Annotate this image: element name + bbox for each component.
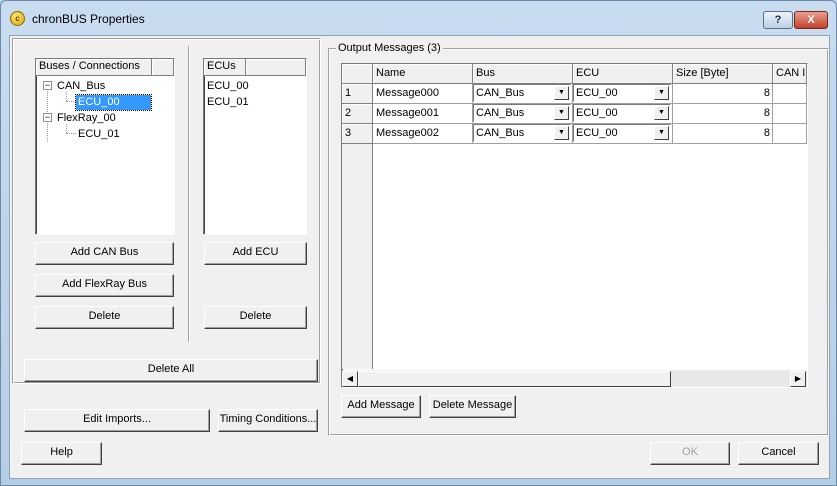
buses-tree[interactable]: Buses / Connections − CAN_Bus ECU_00 − F… xyxy=(35,58,175,235)
tree-item-ecu-01[interactable]: ECU_01 xyxy=(76,127,122,142)
chevron-down-icon[interactable]: ▼ xyxy=(654,126,669,140)
delete-message-button[interactable]: Delete Message xyxy=(429,395,516,418)
ecu-combo-value: ECU_00 xyxy=(576,107,618,119)
row-header-strip xyxy=(342,144,373,369)
row-header[interactable]: 3 xyxy=(342,124,373,144)
help-title-button[interactable]: ? xyxy=(763,11,793,29)
ecu-list-item[interactable]: ECU_01 xyxy=(205,95,251,110)
bus-cell: CAN_Bus ▼ xyxy=(473,84,573,104)
ecu-combo[interactable]: ECU_00 ▼ xyxy=(573,84,671,102)
properties-dialog: c chronBUS Properties ? X Buses / Connec… xyxy=(0,0,837,486)
add-flexray-bus-button[interactable]: Add FlexRay Bus xyxy=(35,274,174,297)
ecu-cell: ECU_00 ▼ xyxy=(573,104,673,124)
row-header[interactable]: 2 xyxy=(342,104,373,124)
chevron-down-icon[interactable]: ▼ xyxy=(654,86,669,100)
size-cell[interactable]: 8 xyxy=(673,84,773,104)
buses-tree-header[interactable]: Buses / Connections xyxy=(36,59,152,76)
vertical-separator xyxy=(188,46,190,342)
column-header-name[interactable]: Name xyxy=(373,64,473,84)
bus-combo-value: CAN_Bus xyxy=(476,107,525,119)
tree-line xyxy=(66,133,76,134)
bus-combo[interactable]: CAN_Bus ▼ xyxy=(473,104,571,122)
can-id-cell[interactable] xyxy=(773,104,807,124)
tree-item-flexray-00[interactable]: FlexRay_00 xyxy=(55,111,118,126)
bus-combo[interactable]: CAN_Bus ▼ xyxy=(473,124,571,142)
tree-line xyxy=(66,101,76,102)
arrow-left-icon[interactable]: ◀ xyxy=(342,371,358,387)
edit-imports-button[interactable]: Edit Imports... xyxy=(24,409,210,432)
scrollbar-thumb[interactable] xyxy=(358,371,671,387)
ecu-cell: ECU_00 ▼ xyxy=(573,84,673,104)
bus-combo-value: CAN_Bus xyxy=(476,87,525,99)
horizontal-scrollbar[interactable]: ◀ ▶ xyxy=(342,370,807,387)
arrow-right-icon[interactable]: ▶ xyxy=(790,371,806,387)
title-bar: c chronBUS Properties ? X xyxy=(1,1,836,35)
delete-ecu-button[interactable]: Delete xyxy=(204,306,307,329)
cancel-button[interactable]: Cancel xyxy=(738,442,819,465)
close-button[interactable]: X xyxy=(794,11,828,29)
ecu-list-item[interactable]: ECU_00 xyxy=(205,79,251,94)
row-header[interactable]: 1 xyxy=(342,84,373,104)
chevron-down-icon[interactable]: ▼ xyxy=(554,86,569,100)
ecu-combo[interactable]: ECU_00 ▼ xyxy=(573,124,671,142)
messages-grid[interactable]: Name Bus ECU Size [Byte] CAN ID 1 Messag… xyxy=(341,63,808,388)
timing-conditions-button[interactable]: Timing Conditions... xyxy=(218,409,318,432)
message-name-cell[interactable]: Message001 xyxy=(373,104,473,124)
bus-combo[interactable]: CAN_Bus ▼ xyxy=(473,84,571,102)
add-ecu-button[interactable]: Add ECU xyxy=(204,242,307,265)
chevron-down-icon[interactable]: ▼ xyxy=(654,106,669,120)
size-cell[interactable]: 8 xyxy=(673,124,773,144)
ecus-list-header[interactable]: ECUs xyxy=(204,59,246,76)
column-header-can-id[interactable]: CAN ID xyxy=(773,64,807,84)
can-id-cell[interactable] xyxy=(773,84,807,104)
delete-bus-button[interactable]: Delete xyxy=(35,306,174,329)
add-can-bus-button[interactable]: Add CAN Bus xyxy=(35,242,174,265)
ok-button[interactable]: OK xyxy=(650,442,730,465)
dialog-client-area: Buses / Connections − CAN_Bus ECU_00 − F… xyxy=(9,35,830,479)
bus-cell: CAN_Bus ▼ xyxy=(473,124,573,144)
bus-combo-value: CAN_Bus xyxy=(476,127,525,139)
ecu-combo[interactable]: ECU_00 ▼ xyxy=(573,104,671,122)
ecu-combo-value: ECU_00 xyxy=(576,127,618,139)
chevron-down-icon[interactable]: ▼ xyxy=(554,126,569,140)
window-title: chronBUS Properties xyxy=(32,12,145,26)
column-header-ecu[interactable]: ECU xyxy=(573,64,673,84)
add-message-button[interactable]: Add Message xyxy=(341,395,421,418)
can-id-cell[interactable] xyxy=(773,124,807,144)
column-header-size[interactable]: Size [Byte] xyxy=(673,64,773,84)
delete-all-button[interactable]: Delete All xyxy=(24,359,318,382)
output-messages-label: Output Messages (3) xyxy=(336,42,443,54)
chronbus-app-icon: c xyxy=(10,11,25,26)
message-name-cell[interactable]: Message002 xyxy=(373,124,473,144)
help-button[interactable]: Help xyxy=(21,442,102,465)
ecus-list[interactable]: ECUs ECU_00 ECU_01 xyxy=(203,58,307,235)
buses-tree-header-spacer xyxy=(152,59,174,76)
column-header-bus[interactable]: Bus xyxy=(473,64,573,84)
message-name-cell[interactable]: Message000 xyxy=(373,84,473,104)
bus-cell: CAN_Bus ▼ xyxy=(473,104,573,124)
ecus-list-header-spacer xyxy=(246,59,306,76)
tree-item-can-bus[interactable]: CAN_Bus xyxy=(55,79,107,94)
ecu-combo-value: ECU_00 xyxy=(576,87,618,99)
ecu-cell: ECU_00 ▼ xyxy=(573,124,673,144)
collapse-icon[interactable]: − xyxy=(43,113,52,122)
grid-corner xyxy=(342,64,373,84)
chevron-down-icon[interactable]: ▼ xyxy=(554,106,569,120)
size-cell[interactable]: 8 xyxy=(673,104,773,124)
collapse-icon[interactable]: − xyxy=(43,81,52,90)
tree-item-ecu-00[interactable]: ECU_00 xyxy=(75,94,152,111)
